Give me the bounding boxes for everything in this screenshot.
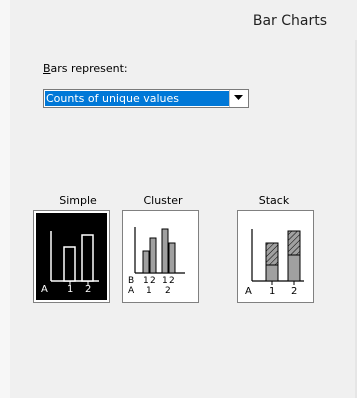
bars-represent-dropdown[interactable]: Counts of unique values [43, 89, 249, 108]
cluster-bar-chart-icon: B 1 2 1 2 A 1 2 [128, 227, 185, 296]
left-edge [0, 0, 10, 398]
cluster-axis-label-b2-1: 1 [162, 276, 168, 286]
cluster-axis-label-1: 1 [146, 286, 152, 296]
chart-type-label-stack: Stack [258, 194, 290, 207]
chart-type-stack[interactable]: A 1 2 [237, 210, 314, 303]
simple-bar-chart-icon: A 1 2 [36, 213, 107, 300]
window-title: Bar Charts [252, 13, 327, 29]
simple-axis-label-a: A [41, 284, 48, 295]
bars-represent-label-rest: ars represent: [50, 62, 128, 75]
stacked-bar-chart-icon: A 1 2 [245, 229, 304, 297]
cluster-axis-label-b1-2: 2 [150, 276, 156, 286]
simple-axis-label-1: 1 [67, 284, 73, 295]
chevron-down-icon [234, 95, 243, 100]
title-bar: Bar Charts [10, 0, 357, 40]
bars-represent-accesskey: B [43, 62, 51, 75]
cluster-axis-label-2: 2 [165, 286, 171, 296]
stack-axis-label-2: 2 [291, 286, 297, 297]
chart-type-label-cluster: Cluster [143, 194, 183, 207]
stack-axis-label-a: A [245, 286, 252, 297]
simple-axis-label-2: 2 [85, 284, 91, 295]
cluster-axis-label-b: B [128, 276, 134, 286]
cluster-axis-label-b1-1: 1 [143, 276, 149, 286]
chart-type-cluster[interactable]: B 1 2 1 2 A 1 2 [122, 210, 199, 303]
chart-type-label-simple: Simple [59, 194, 97, 207]
stack-axis-label-1: 1 [269, 286, 275, 297]
chart-type-simple[interactable]: A 1 2 [33, 210, 110, 303]
cluster-axis-label-b2-2: 2 [169, 276, 175, 286]
bar-charts-dialog: Bar Charts Bars represent: Counts of uni… [0, 0, 357, 398]
bars-represent-label: Bars represent: [43, 62, 128, 75]
dropdown-button[interactable] [229, 90, 248, 107]
bars-represent-selected-value: Counts of unique values [45, 91, 230, 106]
cluster-axis-label-a: A [128, 286, 135, 296]
